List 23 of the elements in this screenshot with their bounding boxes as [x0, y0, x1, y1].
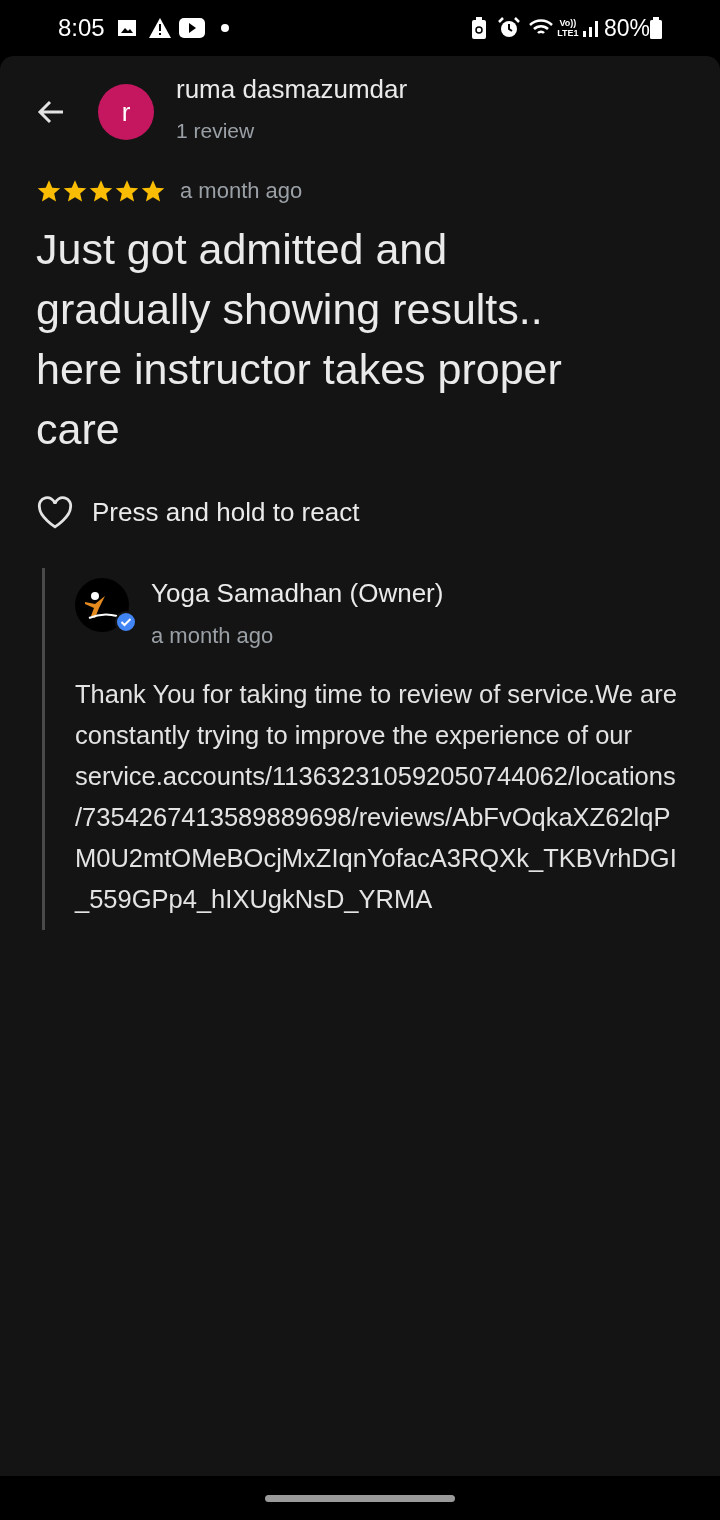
battery-icon	[650, 17, 662, 39]
image-icon	[116, 19, 137, 37]
react-button[interactable]: Press and hold to react	[36, 493, 360, 532]
battery-saver-icon	[471, 17, 486, 39]
battery-percent: 80%	[603, 13, 650, 43]
owner-name: Yoga Samadhan (Owner)	[151, 577, 444, 610]
review-count: 1 review	[176, 117, 256, 144]
review-time: a month ago	[180, 177, 303, 205]
warning-icon	[148, 18, 171, 38]
network-label: Vo)) LTE1	[556, 18, 580, 38]
play-icon	[178, 18, 205, 38]
reviewer-name: ruma dasmazumdar	[176, 72, 408, 106]
dot-icon	[220, 24, 229, 32]
business-logo	[75, 578, 129, 632]
alarm-icon	[497, 17, 520, 39]
reply-text: Thank You for taking time to review of service.We are constantly trying to improve the experience of our service.accounts/113632310592050744062/locations/7354267413589889698/reviews/AbFvOqkaXZ62lqPM0U2mtOMeBOcjMxZIqnYofacA3RQXk_TKBVrhDGI_559GPp4_hIXUgkNsD_YRMA	[75, 679, 678, 915]
home-indicator[interactable]	[265, 1494, 455, 1502]
back-arrow-icon	[37, 100, 65, 124]
review-text: Just got admitted and gradually showing results.. here instructor takes proper care	[36, 224, 563, 455]
signal-icon	[581, 19, 600, 37]
clock: 8:05	[58, 13, 105, 43]
avatar: r	[98, 84, 154, 140]
reply-time: a month ago	[151, 622, 275, 650]
